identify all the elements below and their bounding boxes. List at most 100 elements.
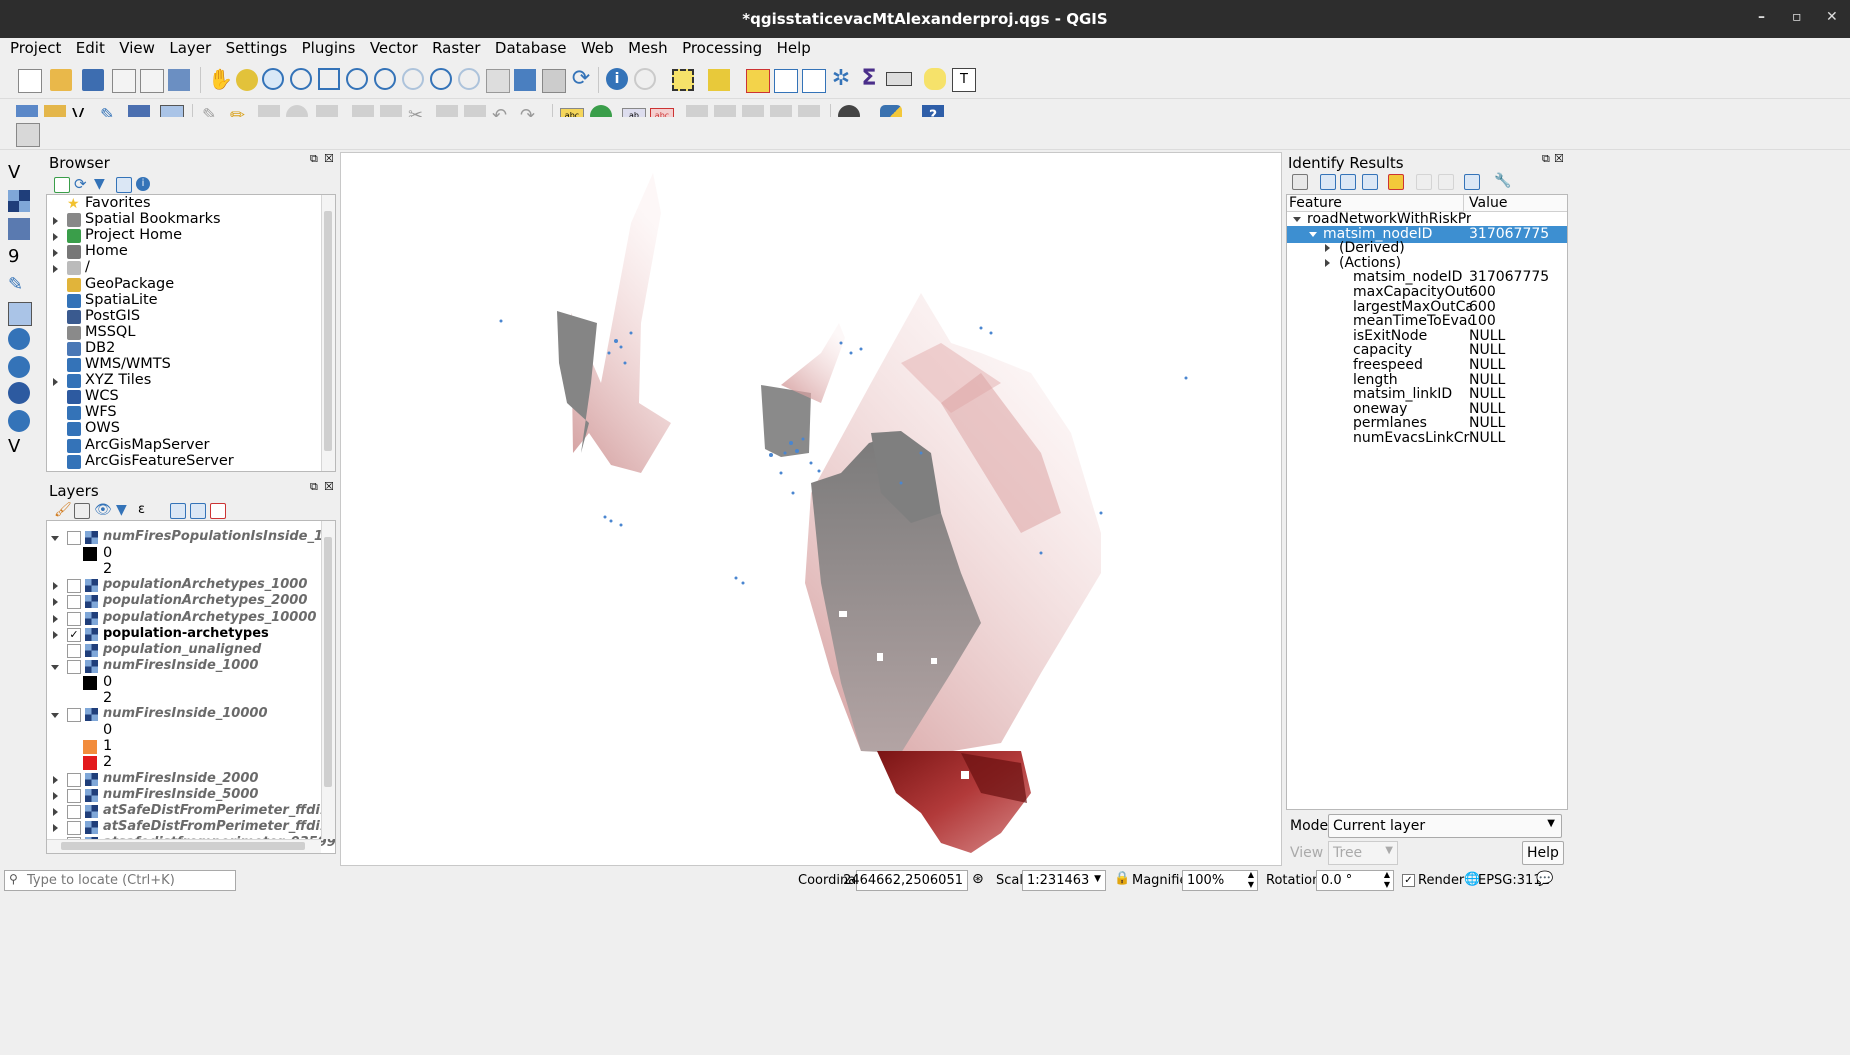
add-delimited-text-icon[interactable]: 9 (8, 246, 30, 268)
save-project-icon[interactable] (82, 69, 104, 91)
add-spatialite-icon[interactable]: ✎ (8, 274, 30, 296)
filter-icon[interactable]: ▼ (94, 177, 108, 191)
menu-layer[interactable]: Layer (169, 38, 211, 57)
print-response-icon[interactable] (1438, 174, 1454, 190)
new-map-view-icon[interactable] (486, 69, 510, 93)
expand-arrow-icon[interactable] (53, 265, 58, 274)
collapse-arrow-icon[interactable] (51, 713, 59, 719)
style-manager-icon[interactable] (168, 69, 190, 91)
menu-database[interactable]: Database (495, 38, 567, 57)
copy-feature-icon[interactable] (1416, 174, 1432, 190)
layer-visibility-checkbox[interactable] (67, 772, 81, 787)
field-calculator-icon[interactable] (802, 69, 826, 93)
filter-legend-icon[interactable]: ▼ (116, 503, 130, 517)
toggle-extents-icon[interactable]: ⊛ (972, 871, 984, 887)
select-by-value-icon[interactable] (708, 69, 730, 91)
identify-attribute-row[interactable]: numEvacsLinkCritic...NULL (1287, 430, 1567, 447)
close-panel-icon[interactable]: ☒ (324, 480, 334, 493)
add-wfs-icon[interactable] (8, 410, 30, 432)
magnifier-spinbox[interactable]: 100% ▲ ▼ (1182, 870, 1258, 891)
refresh-icon[interactable]: ⟳ (74, 177, 88, 192)
identify-features-icon[interactable]: i (606, 68, 628, 90)
layers-hscrollbar-thumb[interactable] (61, 842, 305, 850)
layer-visibility-checkbox[interactable] (67, 579, 81, 594)
render-checkbox[interactable]: ✓ (1402, 874, 1415, 887)
zoom-next-icon[interactable] (458, 68, 480, 90)
add-virtual-layer-icon[interactable] (8, 302, 32, 326)
collapse-all-icon[interactable] (116, 177, 132, 193)
refresh-icon[interactable]: ⟳ (570, 68, 592, 90)
run-feature-action-icon[interactable] (634, 68, 656, 90)
add-wms-icon[interactable] (8, 356, 30, 378)
open-attribute-table-icon[interactable] (774, 69, 798, 93)
layer-visibility-checkbox[interactable] (67, 804, 81, 819)
close-panel-icon[interactable]: ☒ (324, 152, 334, 165)
view-select[interactable]: Tree ▼ (1328, 841, 1398, 865)
manage-visibility-icon[interactable]: 👁 (94, 503, 112, 517)
zoom-to-layer-icon[interactable] (374, 68, 396, 90)
zoom-native-icon[interactable] (402, 68, 424, 90)
layer-visibility-checkbox[interactable] (67, 659, 81, 674)
menu-processing[interactable]: Processing (682, 38, 762, 57)
collapse-arrow-icon[interactable] (51, 536, 59, 541)
layer-visibility-checkbox[interactable] (67, 708, 81, 723)
new-print-layout-icon[interactable] (112, 69, 136, 93)
show-bookmarks-icon[interactable] (542, 69, 566, 93)
float-panel-icon[interactable]: ⧉ (310, 480, 318, 494)
spin-arrows-icon[interactable]: ▲ ▼ (1248, 870, 1254, 890)
layer-visibility-checkbox[interactable] (67, 788, 81, 803)
collapse-arrow-icon[interactable] (51, 664, 59, 670)
zoom-to-selection-icon[interactable] (346, 68, 368, 90)
layer-visibility-checkbox[interactable]: ✓ (67, 627, 81, 642)
layer-visibility-checkbox[interactable] (67, 531, 81, 545)
close-panel-icon[interactable]: ☒ (1554, 152, 1564, 165)
scale-combo[interactable]: 1:231463 ▼ (1022, 870, 1106, 891)
expand-arrow-icon[interactable] (53, 614, 58, 623)
layer-visibility-checkbox[interactable] (67, 611, 81, 626)
collapse-arrow-icon[interactable] (1309, 231, 1317, 237)
spin-arrows-icon[interactable]: ▲ ▼ (1384, 870, 1390, 890)
expand-arrow-icon[interactable] (53, 807, 58, 816)
collapse-all-icon[interactable] (1340, 174, 1356, 190)
layer-visibility-checkbox[interactable] (67, 595, 81, 610)
layers-vscrollbar[interactable] (321, 521, 335, 839)
menu-project[interactable]: Project (10, 38, 61, 57)
menu-help[interactable]: Help (777, 38, 811, 57)
processing-toolbox-icon[interactable]: ✲ (830, 68, 852, 90)
layers-vscrollbar-thumb[interactable] (324, 537, 332, 787)
close-icon[interactable]: ✕ (1826, 9, 1838, 25)
expand-arrow-icon[interactable] (53, 791, 58, 800)
expand-arrow-icon[interactable] (53, 775, 58, 784)
database-plugin-icon[interactable] (16, 123, 40, 147)
select-features-icon[interactable] (672, 69, 694, 91)
expand-arrow-icon[interactable] (53, 378, 58, 387)
statistical-summary-icon[interactable]: Σ (858, 68, 880, 90)
menu-edit[interactable]: Edit (76, 38, 105, 57)
deselect-all-icon[interactable] (746, 69, 770, 93)
expand-arrow-icon[interactable] (1325, 244, 1330, 253)
help-button[interactable]: Help (1522, 841, 1564, 865)
properties-info-icon[interactable]: i (136, 177, 150, 191)
layers-hscrollbar[interactable] (47, 839, 321, 853)
add-wcs-icon[interactable] (8, 382, 30, 404)
new-bookmark-icon[interactable] (514, 69, 536, 91)
expand-all-icon[interactable] (170, 503, 186, 519)
menu-view[interactable]: View (119, 38, 155, 57)
collapse-arrow-icon[interactable] (1293, 217, 1301, 222)
add-layer-icon[interactable] (54, 177, 70, 193)
pan-to-selection-icon[interactable] (236, 69, 258, 91)
expand-arrow-icon[interactable] (53, 598, 58, 607)
add-mesh-layer-icon[interactable] (8, 218, 30, 240)
expand-arrow-icon[interactable] (53, 823, 58, 832)
new-project-icon[interactable] (18, 69, 42, 93)
menu-vector[interactable]: Vector (370, 38, 418, 57)
menu-settings[interactable]: Settings (226, 38, 288, 57)
open-project-icon[interactable] (50, 69, 72, 91)
browser-scrollbar[interactable] (321, 195, 335, 471)
map-tips-icon[interactable] (924, 68, 946, 90)
menu-raster[interactable]: Raster (432, 38, 480, 57)
text-annotation-icon[interactable]: T (952, 68, 976, 92)
menu-mesh[interactable]: Mesh (628, 38, 668, 57)
float-panel-icon[interactable]: ⧉ (310, 152, 318, 166)
pan-icon[interactable]: ✋ (208, 68, 233, 90)
